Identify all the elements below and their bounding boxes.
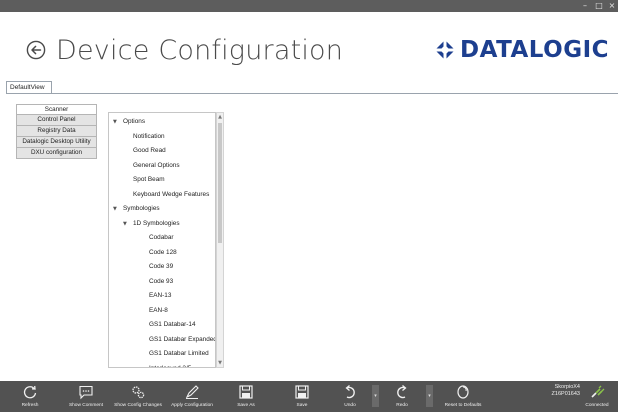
apply-configuration-label: Apply Configuration — [171, 403, 213, 408]
reset-icon — [457, 385, 469, 399]
undo-label: Undo — [344, 403, 356, 408]
logo-mark-icon — [434, 39, 456, 61]
refresh-button[interactable]: Refresh — [10, 381, 50, 412]
save-button[interactable]: Save — [282, 381, 322, 412]
tree-item[interactable]: Notification — [123, 130, 165, 144]
show-comment-label: Show Comment — [68, 403, 104, 408]
reset-to-defaults-button[interactable]: Reset to Defaults — [438, 381, 488, 412]
tree-scrollbar[interactable]: ▲ ▼ — [216, 112, 224, 368]
show-config-changes-button[interactable]: Show Config Changes — [112, 381, 164, 412]
datalogic-logo: DATALOGIC — [434, 36, 609, 64]
close-button[interactable]: × — [607, 1, 617, 11]
tree-item-label: Symbologies — [123, 205, 160, 212]
save-label: Save — [296, 403, 308, 408]
scroll-up-icon[interactable]: ▲ — [217, 113, 223, 121]
tree-item-label: Interleaved 2/5 — [149, 364, 192, 368]
expand-caret-icon[interactable]: ▼ — [123, 217, 133, 231]
nav-item-registry-data[interactable]: Registry Data — [16, 126, 97, 137]
tree-item-label: Options — [123, 118, 146, 125]
scroll-thumb[interactable] — [218, 123, 222, 243]
save-icon — [295, 385, 309, 399]
connection-status[interactable]: Connected — [580, 381, 614, 412]
tree-item[interactable]: ▼ Options — [113, 115, 145, 129]
tree-item-label: GS1 Databar-14 — [149, 321, 196, 328]
nav-item-scanner[interactable]: Scanner — [16, 104, 97, 115]
tree-item[interactable]: GS1 Databar-14 — [139, 318, 196, 332]
bottom-toolbar: Refresh Show Comment Show Config Changes… — [0, 381, 618, 412]
tree-item-label: Keyboard Wedge Features — [133, 190, 210, 198]
apply-configuration-button[interactable]: Apply Configuration — [168, 381, 216, 412]
show-comment-button[interactable]: Show Comment — [66, 381, 106, 412]
tree-item-label: Good Read — [133, 147, 166, 154]
connected-icon — [591, 385, 605, 398]
settings-tree: ▼ Options Notification Good Read General Opt… — [108, 112, 216, 368]
reset-to-defaults-label: Reset to Defaults — [444, 403, 482, 408]
undo-button[interactable]: Undo — [330, 381, 370, 412]
expand-caret-icon[interactable]: ▼ — [113, 202, 123, 216]
nav-item-dxu-configuration[interactable]: DXU configuration — [16, 148, 97, 159]
tree-item[interactable]: Code 93 — [139, 275, 173, 289]
tree-item-label: Code 39 — [149, 263, 174, 270]
app-window: – □ × Device Configuration DATALOGIC Def… — [0, 0, 618, 412]
tree-item-label: Spot Beam — [133, 176, 165, 183]
device-info: SkorpioX4 Z16P01643 — [528, 384, 580, 398]
refresh-label: Refresh — [21, 403, 39, 408]
save-as-icon — [239, 385, 253, 399]
tree-item-label: Code 93 — [149, 277, 174, 285]
tree-item-label: General Options — [133, 161, 180, 169]
comment-icon — [79, 385, 93, 400]
redo-icon — [397, 385, 407, 399]
tree-item-label: 1D Symbologies — [133, 219, 180, 227]
title-bar: – □ × — [0, 0, 618, 12]
tree-item[interactable]: EAN-13 — [139, 289, 171, 303]
page-title: Device Configuration — [56, 35, 344, 66]
nav-item-control-panel[interactable]: Control Panel — [16, 115, 97, 126]
minimize-button[interactable]: – — [580, 1, 590, 11]
tree-item[interactable]: ▼ 1D Symbologies — [123, 217, 180, 231]
tree-item-label: GS1 Databar Expanded — [149, 335, 216, 343]
tree-item-label: Notification — [133, 132, 165, 140]
tree-item-label: GS1 Databar Limited — [149, 350, 209, 357]
view-panel — [6, 93, 618, 380]
tree-item[interactable]: Code 39 — [139, 260, 173, 274]
tree-item[interactable]: GS1 Databar Expanded — [139, 333, 216, 347]
category-nav: Scanner Control Panel Registry Data Data… — [16, 104, 97, 159]
connected-label: Connected — [585, 403, 609, 408]
undo-icon — [345, 385, 355, 399]
tree-item[interactable]: Keyboard Wedge Features — [123, 188, 209, 202]
expand-caret-icon[interactable]: ▼ — [113, 115, 123, 129]
show-config-changes-label: Show Config Changes — [114, 403, 162, 408]
tree-item-label: EAN-13 — [149, 292, 172, 299]
refresh-icon — [23, 385, 37, 399]
tree-item[interactable]: EAN-8 — [139, 304, 168, 318]
logo-text: DATALOGIC — [460, 37, 610, 63]
redo-dropdown[interactable]: ▾ — [426, 385, 433, 407]
back-circle-arrow-icon[interactable] — [26, 40, 46, 60]
undo-dropdown[interactable]: ▾ — [372, 385, 379, 407]
tree-item-label: Code 128 — [149, 248, 177, 256]
tree-item[interactable]: GS1 Databar Limited — [139, 347, 209, 361]
device-name: SkorpioX4 — [554, 384, 580, 390]
tree-item[interactable]: Codabar — [139, 231, 174, 245]
tree-item[interactable]: Interleaved 2/5 — [139, 362, 192, 368]
tree-item[interactable]: Spot Beam — [123, 173, 165, 187]
tree-item-label: Codabar — [149, 234, 174, 241]
apply-pen-icon — [185, 385, 199, 399]
tree-item[interactable]: ▼ Symbologies — [113, 202, 160, 216]
scroll-down-icon[interactable]: ▼ — [217, 359, 223, 367]
redo-label: Redo — [396, 403, 408, 408]
nav-item-datalogic-desktop-utility[interactable]: Datalogic Desktop Utility — [16, 137, 97, 148]
tree-item[interactable]: Good Read — [123, 144, 166, 158]
save-as-label: Save As — [237, 403, 255, 408]
tree-item[interactable]: Code 128 — [139, 246, 177, 260]
gears-icon — [132, 386, 145, 399]
tree-item-label: EAN-8 — [149, 306, 168, 314]
device-serial: Z16P01643 — [551, 391, 580, 397]
redo-button[interactable]: Redo — [382, 381, 422, 412]
tree-item[interactable]: General Options — [123, 159, 180, 173]
maximize-button[interactable]: □ — [594, 1, 604, 11]
save-as-button[interactable]: Save As — [226, 381, 266, 412]
